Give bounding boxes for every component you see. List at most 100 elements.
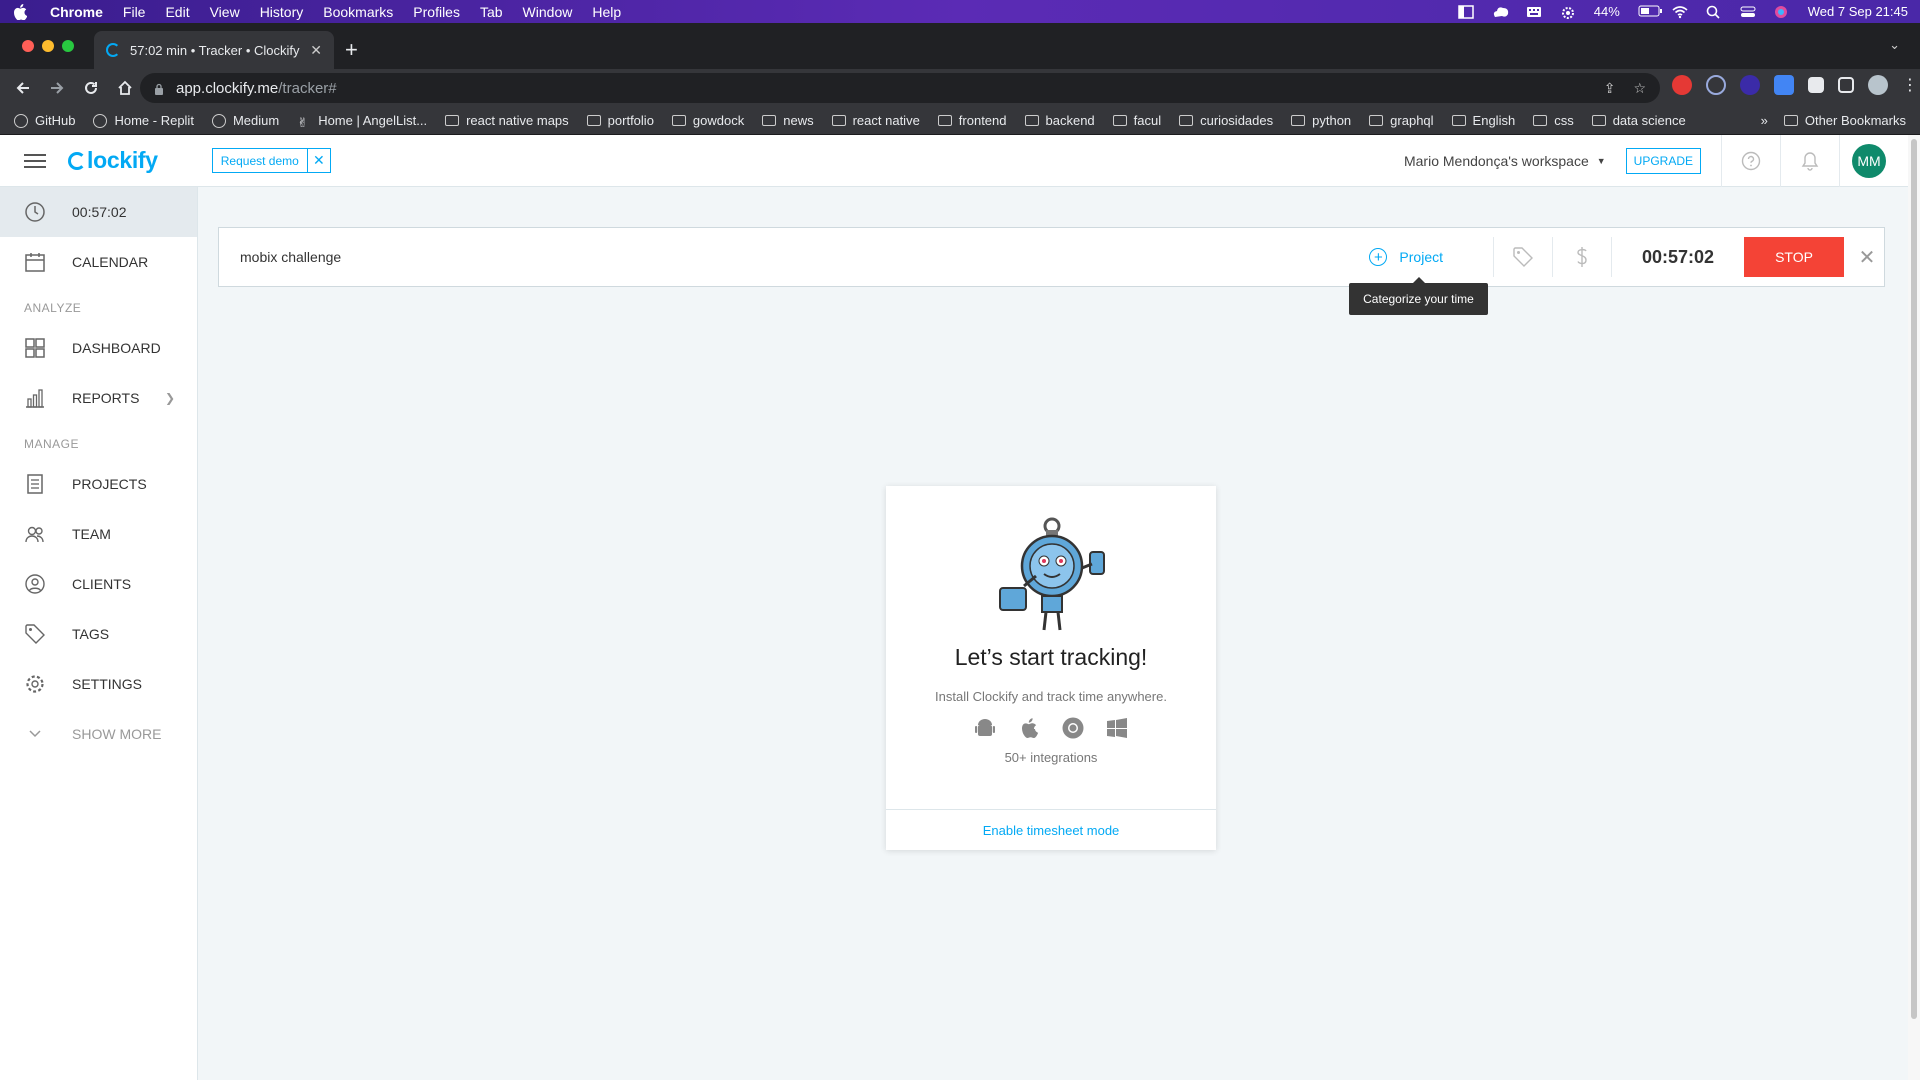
bookmarks-overflow-button[interactable]: »	[1761, 113, 1768, 128]
menu-tab[interactable]: Tab	[480, 4, 503, 20]
sidebar-item-dashboard[interactable]: DASHBOARD	[0, 323, 197, 373]
menu-bookmarks[interactable]: Bookmarks	[323, 4, 393, 20]
tab-search-chevron-icon[interactable]: ⌄	[1889, 37, 1900, 53]
running-timer[interactable]: 00:57:02	[1612, 247, 1744, 268]
bookmark-angellist[interactable]: ✌ Home | AngelList...	[297, 113, 427, 130]
sidebar-item-clients[interactable]: CLIENTS	[0, 559, 197, 609]
menu-view[interactable]: View	[210, 4, 240, 20]
bookmark-folder-facul[interactable]: facul	[1112, 113, 1161, 128]
keyboard-icon[interactable]	[1526, 5, 1542, 19]
menu-file[interactable]: File	[123, 4, 146, 20]
translate-extension-icon[interactable]	[1774, 75, 1794, 95]
side-panel-icon[interactable]	[1838, 77, 1854, 93]
sidebar-item-reports[interactable]: REPORTS ❯	[0, 373, 197, 423]
sidebar-item-projects[interactable]: PROJECTS	[0, 459, 197, 509]
bookmark-star-icon[interactable]: ☆	[1633, 80, 1646, 97]
other-bookmarks-folder[interactable]: Other Bookmarks	[1783, 113, 1906, 128]
project-picker[interactable]: + Project	[1349, 248, 1493, 266]
enable-timesheet-mode-link[interactable]: Enable timesheet mode	[886, 809, 1216, 850]
share-icon[interactable]: ⇪	[1604, 80, 1616, 97]
clockify-logo[interactable]: lockify	[68, 147, 158, 174]
close-demo-icon[interactable]: ✕	[308, 152, 330, 169]
discard-timer-icon[interactable]: ✕	[1850, 245, 1884, 270]
description-input[interactable]: mobix challenge	[219, 249, 1349, 265]
address-bar[interactable]: app.clockify.me/tracker# ⇪ ☆	[140, 73, 1660, 103]
sidebar-item-tags[interactable]: TAGS	[0, 609, 197, 659]
spotlight-search-icon[interactable]	[1706, 5, 1722, 19]
home-button[interactable]	[108, 73, 142, 103]
menubar-clock[interactable]: Wed 7 Sep 21:45	[1808, 4, 1908, 19]
wifi-icon[interactable]	[1672, 5, 1688, 19]
chrome-icon[interactable]	[1061, 716, 1085, 740]
profile-avatar-icon[interactable]	[1868, 75, 1888, 95]
close-window-button[interactable]	[22, 40, 34, 52]
tag-picker-icon[interactable]	[1494, 246, 1552, 268]
bookmark-folder-news[interactable]: news	[762, 113, 814, 128]
bookmark-medium[interactable]: Medium	[211, 113, 279, 128]
lock-icon[interactable]	[154, 82, 164, 95]
gear-status-icon[interactable]	[1560, 5, 1576, 19]
menu-profiles[interactable]: Profiles	[413, 4, 460, 20]
extension-red-icon[interactable]	[1672, 75, 1692, 95]
windows-icon[interactable]	[1105, 716, 1129, 740]
react-devtools-icon[interactable]	[1706, 75, 1726, 95]
menu-window[interactable]: Window	[523, 4, 573, 20]
help-icon[interactable]	[1722, 151, 1780, 171]
macos-menubar: Chrome File Edit View History Bookmarks …	[0, 0, 1920, 23]
forward-button[interactable]	[40, 73, 74, 103]
integrations-link[interactable]: 50+ integrations	[1005, 750, 1098, 765]
bell-icon[interactable]	[1781, 151, 1839, 171]
menu-history[interactable]: History	[260, 4, 304, 20]
extension-purple-icon[interactable]	[1740, 75, 1760, 95]
workspace-selector[interactable]: Mario Mendonça's workspace ▼	[1404, 153, 1606, 169]
reload-button[interactable]	[74, 73, 108, 103]
siri-icon[interactable]	[1774, 5, 1790, 19]
cloud-app-icon[interactable]	[1492, 5, 1508, 19]
sidebar-toggle-icon[interactable]	[1457, 4, 1474, 19]
menu-app-chrome[interactable]: Chrome	[50, 4, 103, 20]
sidebar-item-settings[interactable]: SETTINGS	[0, 659, 197, 709]
sidebar-item-calendar[interactable]: CALENDAR	[0, 237, 197, 287]
menu-help[interactable]: Help	[592, 4, 621, 20]
scrollbar-thumb[interactable]	[1911, 139, 1917, 1019]
billable-dollar-icon[interactable]	[1553, 245, 1611, 269]
bookmark-folder-gowdock[interactable]: gowdock	[671, 113, 744, 128]
android-icon[interactable]	[973, 716, 997, 740]
chevron-right-icon[interactable]: ❯	[165, 391, 175, 405]
bookmark-folder-curiosidades[interactable]: curiosidades	[1179, 113, 1273, 128]
sidebar-item-team[interactable]: TEAM	[0, 509, 197, 559]
sidebar-show-more[interactable]: SHOW MORE	[0, 709, 197, 759]
bookmark-folder-frontend[interactable]: frontend	[937, 113, 1007, 128]
bookmark-folder-react-native[interactable]: react native	[831, 113, 920, 128]
maximize-window-button[interactable]	[62, 40, 74, 52]
upgrade-button[interactable]: UPGRADE	[1625, 147, 1701, 174]
battery-icon[interactable]	[1638, 5, 1662, 19]
minimize-window-button[interactable]	[42, 40, 54, 52]
close-tab-icon[interactable]: ✕	[310, 42, 322, 59]
browser-tab-active[interactable]: 57:02 min • Tracker • Clockify ✕	[94, 31, 334, 69]
bookmark-github[interactable]: GitHub	[14, 113, 75, 128]
menu-edit[interactable]: Edit	[165, 4, 189, 20]
bookmark-folder-data-science[interactable]: data science	[1591, 113, 1686, 128]
bookmark-folder-graphql[interactable]: graphql	[1369, 113, 1434, 128]
bookmark-folder-react-native-maps[interactable]: react native maps	[445, 113, 569, 128]
stop-button[interactable]: STOP	[1744, 237, 1844, 277]
bookmark-folder-backend[interactable]: backend	[1024, 113, 1095, 128]
bookmark-replit[interactable]: Home - Replit	[93, 113, 194, 128]
page-scrollbar[interactable]	[1908, 135, 1920, 1080]
apple-icon[interactable]	[12, 3, 28, 20]
user-avatar[interactable]: MM	[1852, 143, 1886, 178]
apple-icon[interactable]	[1017, 716, 1041, 740]
control-center-icon[interactable]	[1740, 5, 1756, 19]
extensions-puzzle-icon[interactable]	[1808, 77, 1824, 93]
bookmark-folder-python[interactable]: python	[1291, 113, 1351, 128]
bookmark-folder-css[interactable]: css	[1533, 113, 1574, 128]
new-tab-button[interactable]: +	[345, 37, 358, 63]
back-button[interactable]	[6, 73, 40, 103]
chrome-menu-icon[interactable]: ⋮	[1902, 75, 1918, 95]
bookmark-folder-english[interactable]: English	[1451, 113, 1515, 128]
sidebar-item-timer[interactable]: 00:57:02	[0, 187, 197, 237]
hamburger-menu-icon[interactable]	[24, 150, 46, 172]
bookmark-folder-portfolio[interactable]: portfolio	[586, 113, 654, 128]
request-demo-button[interactable]: Request demo	[213, 149, 308, 172]
